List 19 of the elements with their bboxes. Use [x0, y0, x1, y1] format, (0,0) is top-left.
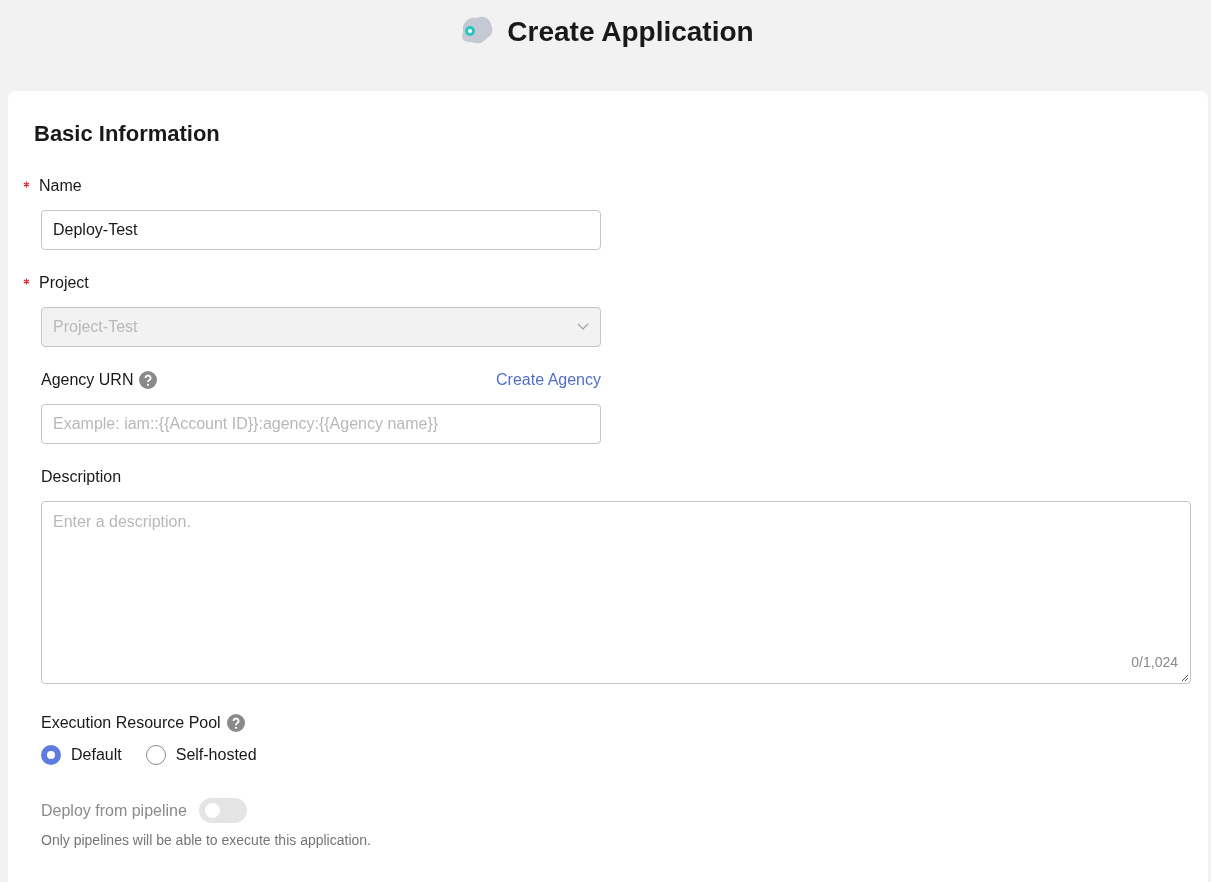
- create-agency-link[interactable]: Create Agency: [496, 370, 601, 390]
- field-label: Description: [41, 467, 122, 487]
- text-field[interactable]: Example: iam::{{Account ID}}:agency:{{Agency name}}: [41, 404, 601, 444]
- character-counter: 0/1,024: [1131, 653, 1178, 672]
- field-label: Project: [39, 273, 89, 293]
- hint-text: Only pipelines will be able to execute this application.: [41, 831, 372, 850]
- radio-option[interactable]: Self-hosted: [145, 743, 257, 767]
- text-field[interactable]: Deploy-Test: [41, 210, 601, 250]
- chevron-down-icon: [577, 323, 589, 331]
- field-label: Name: [39, 176, 82, 196]
- section-title: Basic Information: [34, 120, 221, 148]
- field-label: Execution Resource Pool: [41, 713, 221, 733]
- resize-grip-icon[interactable]: [1181, 674, 1189, 682]
- toggle-label: Deploy from pipeline: [41, 800, 187, 821]
- help-icon[interactable]: [139, 371, 158, 389]
- help-icon[interactable]: [226, 714, 245, 732]
- page-title: Create Application: [507, 15, 754, 49]
- field-label: Agency URN: [41, 370, 134, 390]
- radio-option[interactable]: Default: [41, 743, 122, 767]
